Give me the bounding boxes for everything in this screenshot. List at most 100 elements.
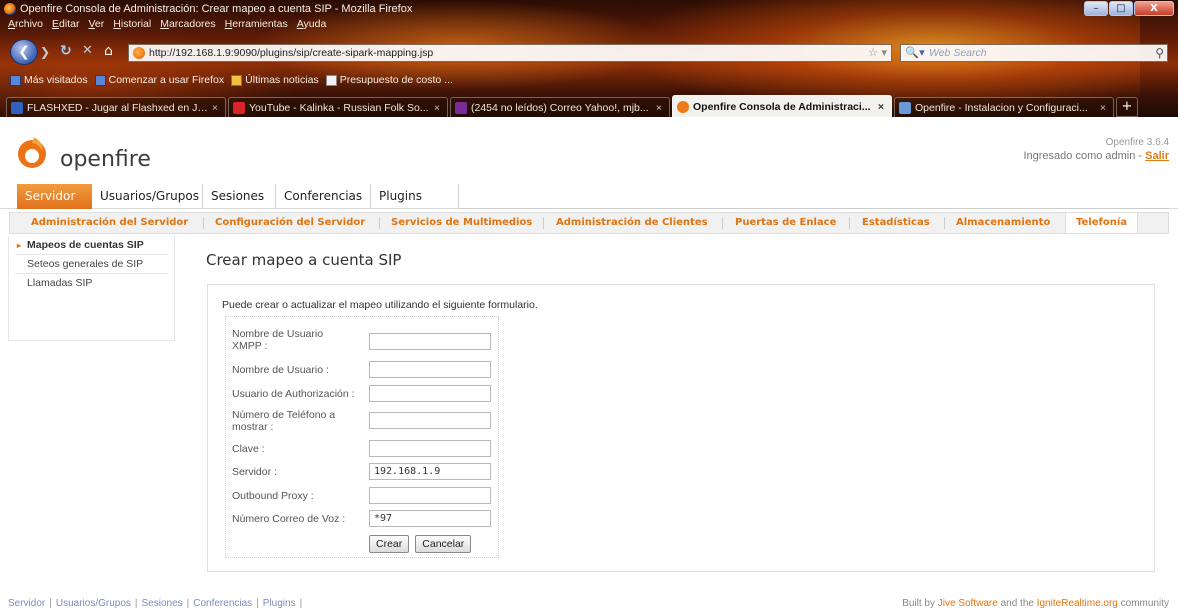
subtab-administracion-servidor[interactable]: Administración del Servidor [31,213,188,233]
tab-plugins[interactable]: Plugins [371,184,459,209]
subtab-servicios-multimedios[interactable]: Servicios de Multimedios [391,213,532,233]
forward-arrow-icon[interactable]: ❯ [40,44,56,60]
bookmark-item[interactable]: Comenzar a usar Firefox [94,74,224,86]
maximize-button[interactable]: □ [1109,1,1133,16]
search-engine-icon[interactable]: 🔍▾ [901,45,929,61]
tab-servidor[interactable]: Servidor [17,184,92,209]
bookmark-item[interactable]: Más visitados [10,74,88,86]
field-label: Usuario de Authorización : [232,388,355,400]
window-titlebar[interactable]: Openfire Consola de Administración: Crea… [0,0,1178,18]
tab-title: FLASHXED - Jugar al Flashxed en Ju... [27,101,209,114]
create-button[interactable]: Crear [369,535,410,553]
xmpp-username-input[interactable] [369,333,491,350]
menu-editar[interactable]: Editar [52,18,79,34]
footer-link-conferencias[interactable]: Conferencias [193,598,252,609]
firefox-icon [4,3,16,15]
logout-link[interactable]: Salir [1145,150,1169,162]
page-footer: Servidor | Usuarios/Grupos | Sesiones | Confer… [0,594,1178,615]
window-title: Openfire Consola de Administración: Crea… [20,3,413,15]
close-tab-icon[interactable]: × [1097,102,1109,114]
sidebar-item-label: Seteos generales de SIP [27,258,144,270]
site-favicon-icon [133,47,145,59]
tab-usuarios-grupos[interactable]: Usuarios/Grupos [92,184,203,209]
field-label: Clave : [232,443,265,455]
tab-strip: FLASHXED - Jugar al Flashxed en Ju... × … [0,93,1178,117]
menu-marcadores[interactable]: Marcadores [160,18,215,34]
jive-software-link[interactable]: Jive Software [938,598,998,609]
subtab-separator [543,217,544,229]
tab-title: (2454 no leídos) Correo Yahoo!, mjb... [471,101,649,114]
minimize-button[interactable]: – [1084,1,1108,16]
subtab-administracion-clientes[interactable]: Administración de Clientes [556,213,708,233]
stop-icon[interactable]: ✕ [82,43,98,59]
reload-icon[interactable]: ↻ [60,43,76,59]
page-icon [325,74,337,86]
server-input[interactable] [369,463,491,480]
cancel-button[interactable]: Cancelar [415,535,472,553]
footer-link-usuarios-grupos[interactable]: Usuarios/Grupos [56,598,131,609]
credit-prefix: Built by [902,598,938,609]
tab-conferencias[interactable]: Conferencias [276,184,371,209]
ignite-realtime-link[interactable]: IgniteRealtime.org [1037,598,1118,609]
close-tab-icon[interactable]: × [653,102,665,114]
form-buttons: Crear Cancelar [369,535,472,553]
menu-ver[interactable]: Ver [88,18,104,34]
url-bar[interactable]: http://192.168.1.9:9090/plugins/sip/crea… [128,44,892,62]
username-input[interactable] [369,361,491,378]
menu-historial[interactable]: Historial [113,18,151,34]
new-tab-button[interactable]: + [1116,97,1138,117]
close-window-button[interactable]: X [1134,1,1174,16]
magnifier-icon[interactable]: ⚲ [1155,45,1164,61]
openfire-logo-text: openfire [60,147,151,172]
star-icon[interactable]: ☆ ▾ [868,45,887,61]
browser-tab-active[interactable]: Openfire Consola de Administraci... × [672,95,892,117]
voicemail-number-input[interactable] [369,510,491,527]
search-bar[interactable]: 🔍▾ Web Search ⚲ [900,44,1168,62]
bookmark-item[interactable]: Últimas noticias [231,74,319,86]
close-tab-icon[interactable]: × [875,101,887,113]
page-title: Crear mapeo a cuenta SIP [206,251,402,269]
browser-tab[interactable]: (2454 no leídos) Correo Yahoo!, mjb... × [450,97,670,117]
tab-title: Openfire Consola de Administraci... [693,100,871,113]
subtab-telefonia[interactable]: Telefonía [1065,213,1139,233]
search-placeholder[interactable]: Web Search [929,47,987,59]
sidebar-item-llamadas-sip[interactable]: Llamadas SIP [15,274,168,293]
subtab-separator [944,217,945,229]
window-controls: – □ X [1084,1,1174,16]
menu-herramientas[interactable]: Herramientas [225,18,288,34]
tab-sesiones[interactable]: Sesiones [203,184,276,209]
bookmark-item[interactable]: Presupuesto de costo ... [325,74,453,86]
browser-tab[interactable]: YouTube - Kalinka - Russian Folk So... × [228,97,448,117]
footer-separator: | [186,598,190,609]
sidebar-item-seteos-sip[interactable]: Seteos generales de SIP [15,255,168,274]
subtab-configuracion-servidor[interactable]: Configuración del Servidor [215,213,365,233]
home-icon[interactable]: ⌂ [104,42,122,60]
sidebar-item-mapeos-sip[interactable]: ▸ Mapeos de cuentas SIP [15,236,168,255]
close-tab-icon[interactable]: × [209,102,221,114]
outbound-proxy-input[interactable] [369,487,491,504]
browser-tab[interactable]: FLASHXED - Jugar al Flashxed en Ju... × [6,97,226,117]
browser-tab[interactable]: Openfire - Instalacion y Configuraci... … [894,97,1114,117]
display-phone-input[interactable] [369,412,491,429]
footer-link-plugins[interactable]: Plugins [263,598,296,609]
menu-archivo[interactable]: Archivo [8,18,43,34]
openfire-logo-icon [18,137,46,168]
field-label: Número de Teléfono a mostrar : [232,409,336,433]
menu-ayuda[interactable]: Ayuda [297,18,327,34]
yahoo-favicon-icon [455,101,467,114]
url-text[interactable]: http://192.168.1.9:9090/plugins/sip/crea… [149,47,433,59]
subtab-estadisticas[interactable]: Estadísticas [862,213,930,233]
auth-username-input[interactable] [369,385,491,402]
back-arrow-icon[interactable]: ❮ [10,39,38,65]
subtab-almacenamiento[interactable]: Almacenamiento [956,213,1050,233]
tab-title: Openfire - Instalacion y Configuraci... [915,101,1088,114]
footer-link-sesiones[interactable]: Sesiones [142,598,183,609]
rss-feed-icon [231,74,243,86]
footer-link-servidor[interactable]: Servidor [8,598,45,609]
password-input[interactable] [369,440,491,457]
login-text: Ingresado como admin - [1023,150,1146,162]
close-tab-icon[interactable]: × [431,102,443,114]
footer-separator: | [256,598,259,609]
subtab-puertas-enlace[interactable]: Puertas de Enlace [735,213,836,233]
youtube-favicon-icon [233,101,245,114]
